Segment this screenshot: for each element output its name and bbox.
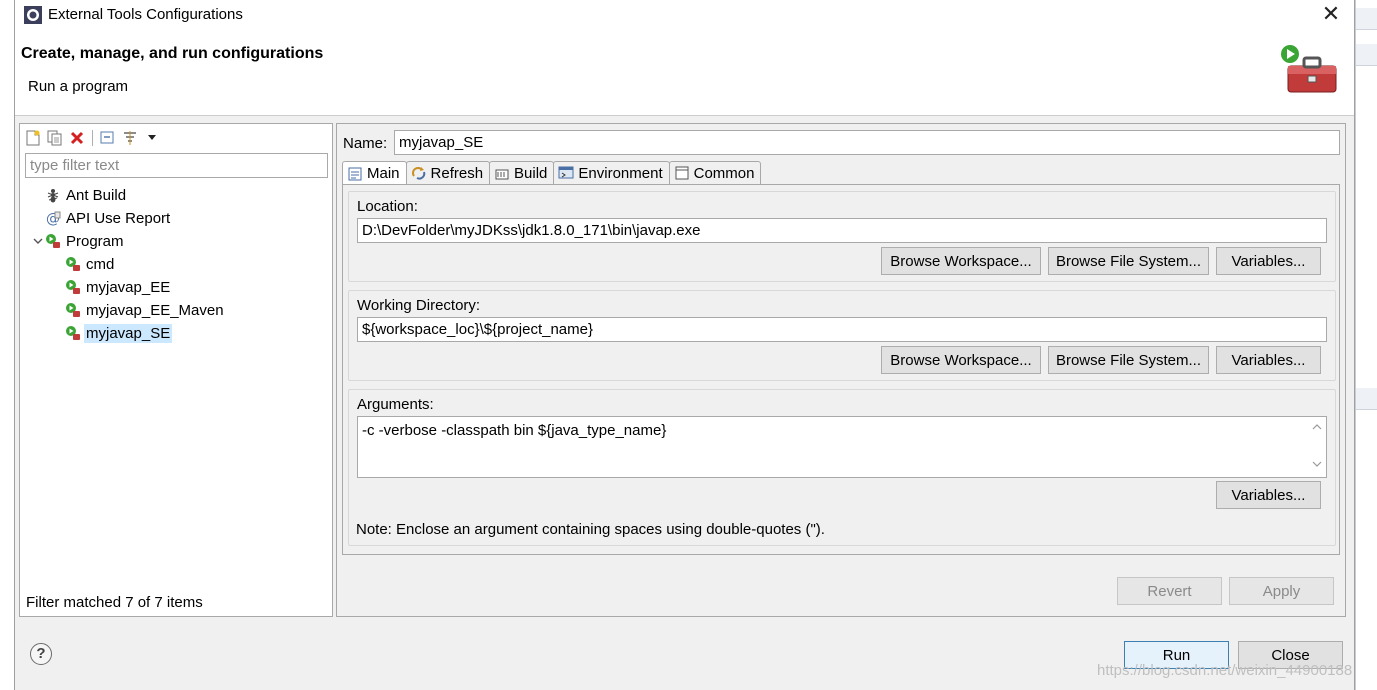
tab-common[interactable]: Common xyxy=(668,161,762,184)
close-window-icon[interactable]: ✕ xyxy=(1318,2,1344,28)
tree-item-label: Program xyxy=(66,232,124,250)
location-variables-button[interactable]: Variables... xyxy=(1216,247,1321,275)
dialog-banner: Create, manage, and run configurations R… xyxy=(15,30,1354,116)
tab-environment[interactable]: Environment xyxy=(553,161,670,184)
apply-button[interactable]: Apply xyxy=(1229,577,1334,605)
tree-item-myjavap-ee[interactable]: myjavap_EE xyxy=(64,276,170,298)
working-directory-label: Working Directory: xyxy=(357,297,481,314)
location-group: Location: Browse Workspace... Browse Fil… xyxy=(348,191,1336,282)
arguments-scrollbar[interactable] xyxy=(1308,418,1325,476)
tree-item-myjavap-se[interactable]: myjavap_SE xyxy=(64,322,173,344)
chevron-down-icon[interactable] xyxy=(32,235,44,247)
banner-heading: Create, manage, and run configurations xyxy=(21,45,324,62)
help-icon[interactable]: ? xyxy=(30,643,52,665)
tab-label: Build xyxy=(514,164,548,182)
program-icon xyxy=(64,301,82,319)
new-configuration-icon[interactable] xyxy=(24,129,42,147)
program-icon xyxy=(64,324,82,342)
configurations-tree-panel: Ant Build @ API Use Report Program xyxy=(19,123,333,617)
program-icon xyxy=(64,255,82,273)
arguments-variables-button[interactable]: Variables... xyxy=(1216,481,1321,509)
watermark-text: https://blog.csdn.net/weixin_44900188 xyxy=(1097,662,1353,679)
tree-item-label: myjavap_EE xyxy=(86,278,171,296)
tree-item-label: cmd xyxy=(86,255,115,273)
program-icon xyxy=(44,232,62,250)
tab-refresh[interactable]: Refresh xyxy=(405,161,491,184)
location-browse-workspace-button[interactable]: Browse Workspace... xyxy=(881,247,1041,275)
name-label: Name: xyxy=(343,135,388,152)
window-title: External Tools Configurations xyxy=(48,6,243,23)
environment-icon xyxy=(558,165,574,181)
tab-label: Common xyxy=(693,164,755,182)
arguments-label: Arguments: xyxy=(357,396,434,413)
duplicate-icon[interactable] xyxy=(46,129,64,147)
program-icon xyxy=(64,278,82,296)
common-icon xyxy=(674,165,690,181)
tree-item-label: myjavap_SE xyxy=(84,323,173,343)
location-label: Location: xyxy=(357,198,418,215)
tab-label: Main xyxy=(367,165,400,182)
location-browse-file-system-button[interactable]: Browse File System... xyxy=(1048,247,1209,275)
main-tab-content: Location: Browse Workspace... Browse Fil… xyxy=(342,184,1340,555)
arguments-text: -c -verbose -classpath bin ${java_type_n… xyxy=(362,422,667,439)
tree-item-label: Ant Build xyxy=(66,186,127,204)
tree-item-api-use-report[interactable]: @ API Use Report xyxy=(44,207,170,229)
location-field[interactable] xyxy=(357,218,1327,243)
scroll-up-icon[interactable] xyxy=(1310,422,1323,435)
editor-tabs: Main Refresh Build Environment Common xyxy=(342,161,762,185)
tab-build[interactable]: Build xyxy=(489,161,555,184)
working-dir-browse-workspace-button[interactable]: Browse Workspace... xyxy=(881,346,1041,374)
working-dir-browse-file-system-button[interactable]: Browse File System... xyxy=(1048,346,1209,374)
tab-main[interactable]: Main xyxy=(342,161,407,185)
tree-item-program[interactable]: Program xyxy=(44,230,124,252)
ant-icon xyxy=(44,186,62,204)
refresh-icon xyxy=(411,165,427,181)
build-icon xyxy=(494,165,510,181)
tab-label: Refresh xyxy=(430,164,484,182)
scroll-down-icon[interactable] xyxy=(1310,459,1323,472)
tree-item-label: API Use Report xyxy=(66,209,171,227)
banner-subtitle: Run a program xyxy=(28,78,129,95)
api-report-icon: @ xyxy=(44,209,62,227)
working-dir-variables-button[interactable]: Variables... xyxy=(1216,346,1321,374)
tab-label: Environment xyxy=(578,164,663,182)
toolbar-separator xyxy=(92,130,93,146)
filter-status-text: Filter matched 7 of 7 items xyxy=(26,594,203,611)
toolbox-run-icon xyxy=(1281,45,1337,93)
tree-item-ant-build[interactable]: Ant Build xyxy=(44,184,126,206)
working-directory-field[interactable] xyxy=(357,317,1327,342)
background-editor-left xyxy=(0,0,14,690)
tree-item-label: myjavap_EE_Maven xyxy=(86,301,224,319)
title-bar: External Tools Configurations ✕ xyxy=(15,0,1354,30)
working-directory-group: Working Directory: Browse Workspace... B… xyxy=(348,290,1336,381)
background-editor-right xyxy=(1355,0,1377,690)
delete-icon[interactable] xyxy=(68,129,86,147)
collapse-all-icon[interactable] xyxy=(99,129,117,147)
main-tab-icon xyxy=(347,166,363,182)
external-tools-dialog: External Tools Configurations ✕ Create, … xyxy=(14,0,1355,690)
tree-item-myjavap-ee-maven[interactable]: myjavap_EE_Maven xyxy=(64,299,224,321)
revert-button[interactable]: Revert xyxy=(1117,577,1222,605)
configuration-editor-panel: Name: Main Refresh Build xyxy=(336,123,1346,617)
dropdown-icon[interactable] xyxy=(143,129,161,147)
tree-item-cmd[interactable]: cmd xyxy=(64,253,114,275)
arguments-note: Note: Enclose an argument containing spa… xyxy=(356,521,825,538)
filter-icon[interactable] xyxy=(121,129,139,147)
filter-input[interactable] xyxy=(25,153,328,178)
name-field[interactable] xyxy=(394,130,1340,155)
eclipse-icon xyxy=(24,6,42,24)
arguments-textarea[interactable]: -c -verbose -classpath bin ${java_type_n… xyxy=(357,416,1327,478)
tree-toolbar xyxy=(24,127,161,149)
